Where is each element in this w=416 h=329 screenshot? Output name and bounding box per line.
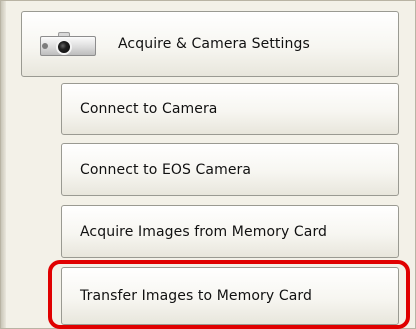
acquire-camera-settings-label: Acquire & Camera Settings [118, 36, 310, 52]
connect-to-eos-camera-label: Connect to EOS Camera [80, 161, 252, 178]
connect-to-eos-camera-button[interactable]: Connect to EOS Camera [61, 143, 399, 196]
connect-to-camera-button[interactable]: Connect to Camera [61, 83, 399, 135]
camera-icon [40, 31, 96, 57]
transfer-images-to-memory-card-label: Transfer Images to Memory Card [80, 288, 312, 304]
transfer-images-to-memory-card-button[interactable]: Transfer Images to Memory Card [61, 267, 399, 325]
acquire-images-from-memory-card-label: Acquire Images from Memory Card [80, 223, 328, 240]
connect-to-camera-label: Connect to Camera [80, 101, 218, 117]
acquire-camera-settings-button[interactable]: Acquire & Camera Settings [21, 11, 399, 77]
panel-left-border [1, 1, 6, 328]
camera-menu-panel: Acquire & Camera Settings Connect to Cam… [0, 0, 416, 329]
acquire-images-from-memory-card-button[interactable]: Acquire Images from Memory Card [61, 205, 399, 258]
